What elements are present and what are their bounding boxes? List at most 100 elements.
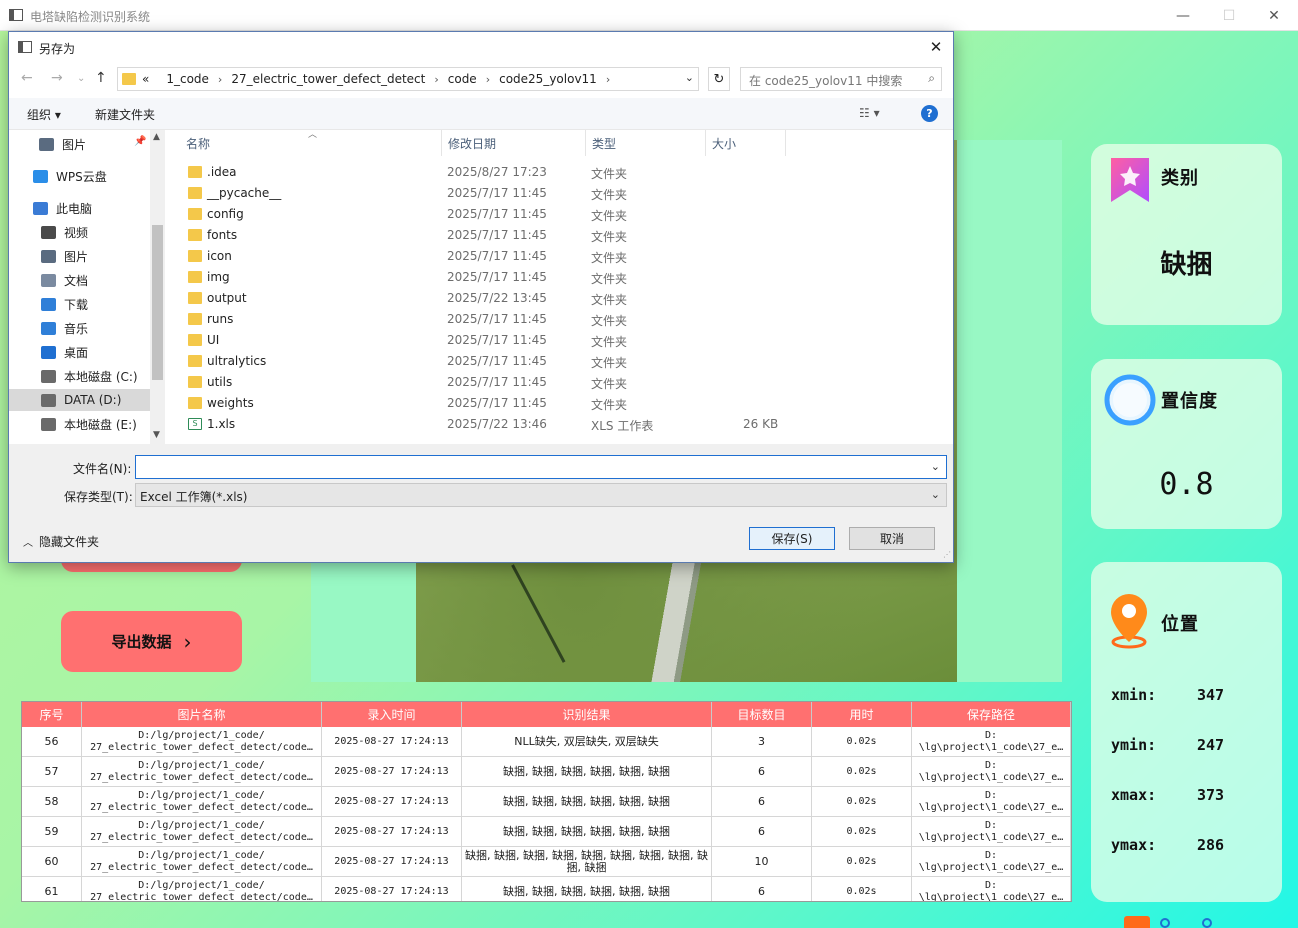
cell-entry-time[interactable]: 2025-08-27 17:24:13	[322, 817, 462, 846]
address-dropdown-icon[interactable]: ⌄	[685, 71, 694, 84]
address-bar[interactable]: « 1_code › 27_electric_tower_defect_dete…	[117, 67, 699, 91]
cell-index[interactable]: 61	[22, 877, 82, 901]
cell-result[interactable]: 缺捆, 缺捆, 缺捆, 缺捆, 缺捆, 缺捆	[462, 787, 712, 816]
cell-target-count[interactable]: 10	[712, 847, 812, 876]
cell-image-name[interactable]: D:/lg/project/1_code/27_electric_tower_d…	[82, 757, 322, 786]
header-entry-time[interactable]: 录入时间	[322, 702, 462, 727]
cell-entry-time[interactable]: 2025-08-27 17:24:13	[322, 787, 462, 816]
cell-image-name[interactable]: D:/lg/project/1_code/27_electric_tower_d…	[82, 877, 322, 901]
header-elapsed[interactable]: 用时	[812, 702, 912, 727]
nav-item[interactable]: 音乐	[41, 317, 88, 339]
cell-elapsed[interactable]: 0.02s	[812, 787, 912, 816]
file-row[interactable]: config 2025/7/17 11:45 文件夹	[166, 204, 953, 225]
table-row[interactable]: 56 D:/lg/project/1_code/27_electric_tower…	[22, 727, 1071, 757]
minimize-button[interactable]: —	[1160, 0, 1206, 31]
cell-result[interactable]: 缺捆, 缺捆, 缺捆, 缺捆, 缺捆, 缺捆	[462, 817, 712, 846]
cell-image-name[interactable]: D:/lg/project/1_code/27_electric_tower_d…	[82, 817, 322, 846]
nav-item[interactable]: WPS云盘	[33, 165, 107, 187]
column-size[interactable]: 大小	[706, 130, 786, 156]
nav-item[interactable]: 桌面	[41, 341, 88, 363]
file-row[interactable]: __pycache__ 2025/7/17 11:45 文件夹	[166, 183, 953, 204]
header-index[interactable]: 序号	[22, 702, 82, 727]
cell-elapsed[interactable]: 0.02s	[812, 877, 912, 901]
back-arrow-icon[interactable]: ←	[21, 70, 33, 86]
filename-input[interactable]: ⌄	[135, 455, 947, 479]
cell-elapsed[interactable]: 0.02s	[812, 727, 912, 756]
forward-arrow-icon[interactable]: →	[51, 70, 63, 86]
help-icon[interactable]: ?	[921, 105, 938, 122]
file-row[interactable]: img 2025/7/17 11:45 文件夹	[166, 267, 953, 288]
breadcrumb-code25[interactable]: code25_yolov11	[499, 72, 597, 86]
breadcrumb-separator-icon[interactable]: ›	[434, 73, 438, 86]
nav-item[interactable]: 下载	[41, 293, 88, 315]
table-row[interactable]: 58 D:/lg/project/1_code/27_electric_tower…	[22, 787, 1071, 817]
cell-result[interactable]: 缺捆, 缺捆, 缺捆, 缺捆, 缺捆, 缺捆, 缺捆, 缺捆, 缺捆, 缺捆	[462, 847, 712, 876]
file-row[interactable]: utils 2025/7/17 11:45 文件夹	[166, 372, 953, 393]
tray-app-icon[interactable]	[1124, 916, 1150, 928]
nav-item[interactable]: 图片	[39, 133, 86, 155]
cell-entry-time[interactable]: 2025-08-27 17:24:13	[322, 757, 462, 786]
dialog-close-button[interactable]: ✕	[925, 36, 947, 58]
nav-item[interactable]: DATA (D:)	[9, 389, 150, 411]
nav-item[interactable]: 图片	[41, 245, 88, 267]
cell-target-count[interactable]: 6	[712, 787, 812, 816]
nav-item[interactable]: 本地磁盘 (E:)	[41, 413, 137, 435]
recent-dropdown-icon[interactable]: ⌄	[77, 73, 85, 84]
export-data-button[interactable]: 导出数据 ›	[61, 611, 242, 672]
cell-entry-time[interactable]: 2025-08-27 17:24:13	[322, 877, 462, 901]
column-type[interactable]: 类型	[586, 130, 706, 156]
navigation-pane[interactable]: 图片 WPS云盘 此电脑 视频 图片 文档 下载 音乐 桌面 本地磁盘 (C:) DATA (D:)…	[9, 130, 165, 444]
pin-icon[interactable]: 📌	[134, 136, 146, 147]
column-name[interactable]: 名称	[180, 130, 442, 156]
cell-elapsed[interactable]: 0.02s	[812, 757, 912, 786]
file-row[interactable]: ultralytics 2025/7/17 11:45 文件夹	[166, 351, 953, 372]
file-row[interactable]: .idea 2025/8/27 17:23 文件夹	[166, 162, 953, 183]
nav-item[interactable]: 本地磁盘 (C:)	[41, 365, 138, 387]
breadcrumb-separator-icon[interactable]: ›	[218, 73, 222, 86]
header-target-count[interactable]: 目标数目	[712, 702, 812, 727]
cell-index[interactable]: 56	[22, 727, 82, 756]
header-save-path[interactable]: 保存路径	[912, 702, 1071, 727]
cell-index[interactable]: 60	[22, 847, 82, 876]
table-row[interactable]: 57 D:/lg/project/1_code/27_electric_tower…	[22, 757, 1071, 787]
cell-entry-time[interactable]: 2025-08-27 17:24:13	[322, 847, 462, 876]
cell-image-name[interactable]: D:/lg/project/1_code/27_electric_tower_d…	[82, 847, 322, 876]
cell-target-count[interactable]: 6	[712, 817, 812, 846]
nav-scroll-thumb[interactable]	[152, 225, 163, 380]
filetype-dropdown-icon[interactable]: ⌄	[931, 488, 940, 501]
cell-target-count[interactable]: 6	[712, 877, 812, 901]
cell-image-name[interactable]: D:/lg/project/1_code/27_electric_tower_d…	[82, 727, 322, 756]
cell-elapsed[interactable]: 0.02s	[812, 847, 912, 876]
hide-folders-toggle[interactable]: ︿ 隐藏文件夹	[23, 533, 99, 550]
breadcrumb-code[interactable]: code	[448, 72, 477, 86]
cell-result[interactable]: 缺捆, 缺捆, 缺捆, 缺捆, 缺捆, 缺捆	[462, 757, 712, 786]
cancel-button[interactable]: 取消	[849, 527, 935, 550]
breadcrumb-project[interactable]: 27_electric_tower_defect_detect	[231, 72, 425, 86]
cell-save-path[interactable]: D: \lg\project\1_code\27_e…	[912, 847, 1071, 876]
cell-image-name[interactable]: D:/lg/project/1_code/27_electric_tower_d…	[82, 787, 322, 816]
refresh-button[interactable]: ↻	[708, 67, 730, 91]
file-list[interactable]: ︿ 名称 修改日期 类型 大小 .idea 2025/8/27 17:23 文件夹 _…	[166, 130, 953, 444]
file-row[interactable]: S 1.xls 2025/7/22 13:46 XLS 工作表 26 KB	[166, 414, 953, 435]
header-result[interactable]: 识别结果	[462, 702, 712, 727]
cell-save-path[interactable]: D: \lg\project\1_code\27_e…	[912, 817, 1071, 846]
file-row[interactable]: fonts 2025/7/17 11:45 文件夹	[166, 225, 953, 246]
cell-index[interactable]: 59	[22, 817, 82, 846]
cell-target-count[interactable]: 3	[712, 727, 812, 756]
tray-status-icon[interactable]	[1202, 918, 1212, 928]
scroll-up-icon[interactable]: ▲	[153, 132, 160, 142]
breadcrumb-overflow[interactable]: «	[142, 72, 149, 86]
cell-save-path[interactable]: D: \lg\project\1_code\27_e…	[912, 757, 1071, 786]
file-row[interactable]: output 2025/7/22 13:45 文件夹	[166, 288, 953, 309]
nav-item[interactable]: 此电脑	[33, 197, 92, 219]
results-table[interactable]: 序号 图片名称 录入时间 识别结果 目标数目 用时 保存路径 56 D:/lg/p…	[21, 701, 1072, 902]
filetype-select[interactable]: Excel 工作簿(*.xls) ⌄	[135, 483, 947, 507]
resize-grip-icon[interactable]: ⋰	[943, 550, 951, 559]
file-row[interactable]: icon 2025/7/17 11:45 文件夹	[166, 246, 953, 267]
cell-index[interactable]: 58	[22, 787, 82, 816]
nav-item[interactable]: 视频	[41, 221, 88, 243]
cell-index[interactable]: 57	[22, 757, 82, 786]
header-image-name[interactable]: 图片名称	[82, 702, 322, 727]
view-options-icon[interactable]: ☷ ▾	[859, 106, 880, 120]
nav-scrollbar[interactable]: ▲ ▼	[150, 130, 165, 444]
